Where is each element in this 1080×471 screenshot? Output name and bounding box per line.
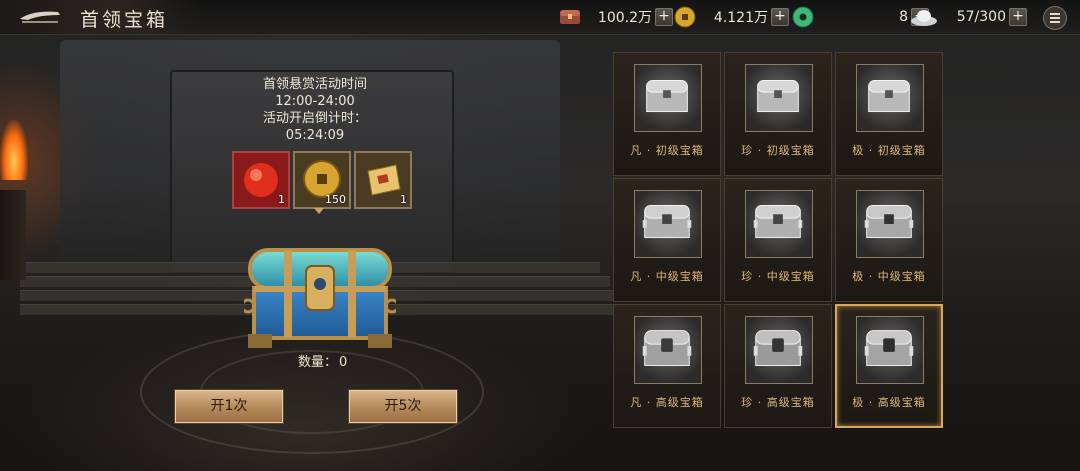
chest-label: 珍 · 中级宝箱 (741, 270, 815, 283)
chest-frame (856, 316, 924, 384)
quantity-display: 数量： 0 (296, 351, 347, 370)
chest-frame (634, 190, 702, 258)
chest-frame (634, 316, 702, 384)
boss-treasure-chest[interactable] (244, 246, 396, 352)
chest-label: 极 · 初级宝箱 (852, 144, 926, 157)
reward-item[interactable]: 1 (354, 151, 412, 209)
chest-cell[interactable]: 凡 · 中级宝箱 (613, 178, 721, 302)
reward-item[interactable]: 150 (293, 151, 351, 209)
chest-cell[interactable]: 极 · 中级宝箱 (835, 178, 943, 302)
chest-frame (745, 190, 813, 258)
silver-chest-icon (642, 330, 692, 366)
chest-frame (856, 64, 924, 132)
chest-label: 极 · 高级宝箱 (852, 396, 926, 409)
menu-button[interactable] (1043, 6, 1067, 30)
resource-value: 57/300 (956, 9, 1006, 25)
chest-frame (745, 64, 813, 132)
resource-silver: 57/300 + (910, 7, 1027, 27)
resource-gold: 4.121万 + (674, 6, 789, 28)
chest-cell[interactable]: 凡 · 初级宝箱 (613, 52, 721, 176)
chest-frame (856, 190, 924, 258)
event-time-range: 12:00-24:00 (275, 94, 355, 109)
chest-cell[interactable]: 珍 · 高级宝箱 (724, 304, 832, 428)
chest-cell-selected[interactable]: 极 · 高级宝箱 (835, 304, 943, 428)
chest-cell[interactable]: 极 · 初级宝箱 (835, 52, 943, 176)
countdown-label: 活动开启倒计时： (262, 111, 367, 126)
open-once-button[interactable]: 开1次 (175, 390, 283, 423)
silver-ingot-icon (911, 10, 937, 26)
reward-count: 1 (278, 193, 285, 206)
resource-currency-1: 100.2万 + (556, 7, 673, 27)
chest-frame (634, 64, 702, 132)
treasure-chest-currency-icon (560, 10, 580, 24)
chest-cell[interactable]: 凡 · 高级宝箱 (613, 304, 721, 428)
chest-frame (745, 316, 813, 384)
resource-jade: 8 + (792, 6, 929, 28)
reward-pointer (314, 208, 324, 214)
add-resource-button[interactable]: + (771, 8, 789, 26)
resource-value: 8 (899, 9, 908, 25)
chest-label: 珍 · 初级宝箱 (741, 144, 815, 157)
back-arrow-icon[interactable] (18, 6, 62, 28)
countdown-timer: 05:24:09 (285, 128, 345, 143)
open-five-button[interactable]: 开5次 (349, 390, 457, 423)
chest-label: 珍 · 高级宝箱 (741, 396, 815, 409)
quantity-value: 0 (339, 355, 348, 370)
silver-chest-icon (642, 205, 692, 239)
silver-chest-icon (864, 205, 914, 239)
silver-chest-icon (864, 330, 914, 366)
chest-label: 凡 · 初级宝箱 (630, 144, 704, 157)
background-scene (0, 0, 620, 471)
page-title: 首领宝箱 (80, 9, 169, 31)
silver-chest-icon (646, 80, 688, 113)
jade-disc-icon (792, 6, 814, 28)
event-title: 首领悬赏活动时间 (262, 77, 367, 92)
chest-cell[interactable]: 珍 · 初级宝箱 (724, 52, 832, 176)
chest-cell[interactable]: 珍 · 中级宝箱 (724, 178, 832, 302)
chest-label: 凡 · 高级宝箱 (630, 396, 704, 409)
chest-label: 凡 · 中级宝箱 (630, 270, 704, 283)
add-resource-button[interactable]: + (655, 8, 673, 26)
resource-value: 4.121万 (713, 10, 768, 26)
quantity-label: 数量： (298, 355, 338, 370)
silver-chest-icon (753, 330, 803, 366)
reward-list: 1 150 1 (232, 151, 412, 209)
silver-chest-icon (757, 80, 799, 113)
chest-label: 极 · 中级宝箱 (852, 270, 926, 283)
reward-count: 150 (325, 193, 346, 206)
reward-count: 1 (400, 193, 407, 206)
torch-fire (0, 120, 28, 180)
chest-grid: 凡 · 初级宝箱 珍 · 初级宝箱 极 · 初级宝箱 凡 · 中级宝箱 珍 · … (613, 52, 945, 429)
resource-value: 100.2万 (597, 10, 652, 26)
event-info: 首领悬赏活动时间 12:00-24:00 活动开启倒计时： 05:24:09 (220, 76, 410, 144)
top-bar: 首领宝箱 100.2万 + 4.121万 + 8 + 57/300 (0, 0, 1080, 35)
brazier-pillar (0, 190, 26, 280)
silver-chest-icon (868, 80, 910, 113)
gold-coin-icon (674, 6, 696, 28)
add-resource-button[interactable]: + (1009, 8, 1027, 26)
reward-item[interactable]: 1 (232, 151, 290, 209)
silver-chest-icon (753, 205, 803, 239)
